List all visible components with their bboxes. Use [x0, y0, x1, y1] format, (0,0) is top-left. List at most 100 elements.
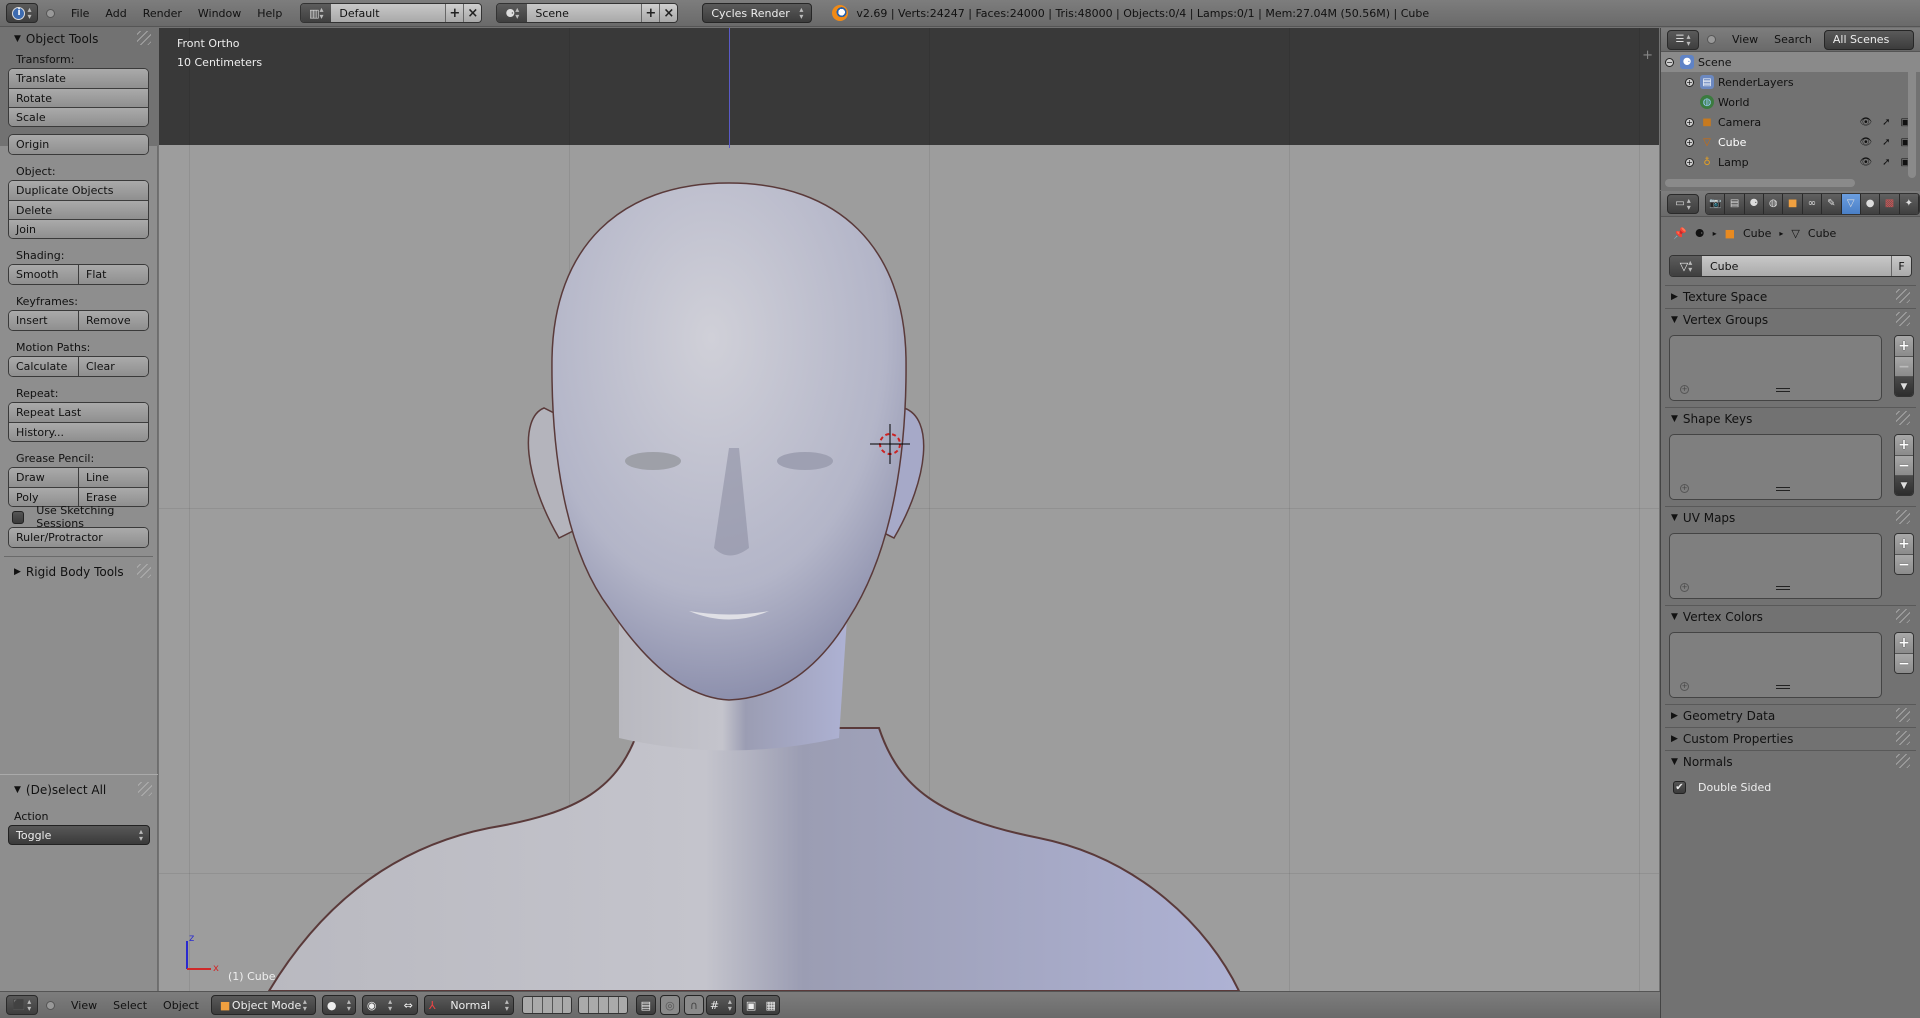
visibility-eye-icon[interactable]: 👁 — [1859, 137, 1872, 148]
screen-layout-name[interactable]: Default — [331, 4, 446, 22]
drag-grip-icon[interactable] — [137, 31, 151, 45]
outliner-item-camera[interactable]: + ■ Camera 👁 ➚ ▣ — [1661, 112, 1920, 132]
outliner-item-scene[interactable]: − ⚈ Scene — [1661, 52, 1920, 72]
render-animation-icon[interactable]: ▦ — [765, 999, 775, 1012]
resize-handle-icon[interactable] — [1775, 685, 1790, 689]
add-scene-button[interactable]: + — [641, 4, 660, 22]
normals-panel-header[interactable]: ▼ Normals — [1665, 751, 1916, 773]
outliner-vertical-scrollbar[interactable] — [1908, 62, 1916, 178]
collapse-menus-icon[interactable] — [46, 1000, 55, 1010]
resize-handle-icon[interactable] — [1775, 586, 1790, 590]
insert-keyframe-button[interactable]: Insert — [9, 311, 78, 330]
editor-type-button[interactable]: i ▴ ▾ — [6, 3, 38, 23]
texture-tab-icon[interactable]: ▩ — [1880, 193, 1900, 214]
outliner-item-lamp[interactable]: + ♁ Lamp 👁 ➚ ▣ — [1661, 152, 1920, 172]
filter-plus-icon[interactable]: + — [1680, 682, 1689, 691]
double-sided-checkbox[interactable]: ✔ Double Sided — [1665, 773, 1916, 801]
drag-grip-icon[interactable] — [1896, 609, 1910, 623]
proportional-edit-button[interactable]: ◎ — [659, 995, 680, 1015]
repeat-last-button[interactable]: Repeat Last — [9, 403, 148, 422]
filter-plus-icon[interactable]: + — [1680, 583, 1689, 592]
texture-space-panel-header[interactable]: ▶ Texture Space — [1665, 286, 1916, 308]
deselect-all-panel-header[interactable]: ▼ (De)select All — [0, 779, 158, 801]
menu-view[interactable]: View — [1724, 33, 1766, 46]
render-buttons[interactable]: ▣ ▦ — [741, 995, 780, 1015]
mesh-name-input[interactable]: Cube — [1702, 256, 1891, 276]
selectable-arrow-icon[interactable]: ➚ — [1882, 117, 1890, 128]
shape-keys-list[interactable]: + — [1669, 434, 1882, 500]
menu-object[interactable]: Object — [155, 999, 207, 1012]
modifiers-tab-wrench-icon[interactable]: ✎ — [1822, 193, 1842, 214]
scale-button[interactable]: Scale — [9, 108, 148, 126]
vertex-colors-list[interactable]: + — [1669, 632, 1882, 698]
render-still-icon[interactable]: ▣ — [746, 999, 756, 1012]
material-tab-icon[interactable]: ● — [1860, 193, 1881, 214]
editor-type-button[interactable]: ⬛ ▴ ▾ — [6, 995, 38, 1015]
shape-keys-panel-header[interactable]: ▼ Shape Keys — [1665, 408, 1916, 430]
add-vertex-color-button[interactable]: + — [1895, 633, 1913, 653]
collapse-icon[interactable]: − — [1665, 57, 1674, 67]
add-layout-button[interactable]: + — [445, 4, 464, 22]
filter-plus-icon[interactable]: + — [1680, 484, 1689, 493]
remove-keyframe-button[interactable]: Remove — [78, 311, 148, 330]
expand-icon[interactable]: + — [1685, 117, 1694, 127]
object-tab-icon[interactable]: ■ — [1783, 193, 1803, 214]
transform-orientation-select[interactable]: ⅄ Normal ▴ ▾ — [423, 995, 514, 1015]
origin-button[interactable]: Origin — [9, 135, 148, 154]
render-engine-select[interactable]: Cycles Render ▴ ▾ — [702, 3, 813, 23]
menu-view[interactable]: View — [63, 999, 105, 1012]
menu-select[interactable]: Select — [105, 999, 155, 1012]
menu-window[interactable]: Window — [190, 7, 249, 20]
selectable-arrow-icon[interactable]: ➚ — [1882, 137, 1890, 148]
visibility-eye-icon[interactable]: 👁 — [1859, 117, 1872, 128]
expand-icon[interactable]: + — [1685, 137, 1694, 147]
data-tab-mesh-icon[interactable]: ▽ — [1841, 193, 1861, 214]
remove-uv-map-button[interactable]: − — [1895, 554, 1913, 574]
snap-toggle-button[interactable]: ∩ — [683, 995, 704, 1015]
outliner-item-world[interactable]: ◍ World — [1661, 92, 1920, 112]
draw-button[interactable]: Draw — [9, 468, 78, 487]
drag-grip-icon[interactable] — [1896, 411, 1910, 425]
resize-handle-icon[interactable] — [1775, 487, 1790, 491]
expand-icon[interactable]: + — [1685, 77, 1694, 87]
editor-type-button[interactable]: ☰ ▴ ▾ — [1667, 29, 1699, 50]
snap-element-select[interactable]: # ▴ ▾ — [705, 995, 736, 1015]
collapse-menus-icon[interactable] — [46, 8, 55, 18]
selectable-arrow-icon[interactable]: ➚ — [1882, 157, 1890, 168]
drag-grip-icon[interactable] — [1896, 510, 1910, 524]
drag-grip-icon[interactable] — [1896, 312, 1910, 326]
remove-vertex-color-button[interactable]: − — [1895, 653, 1913, 673]
mesh-browse-icon[interactable]: ▽ ▴ ▾ — [1670, 256, 1702, 276]
flat-button[interactable]: Flat — [78, 265, 148, 284]
screen-layout-field[interactable]: ▥ ▴ ▾ Default + × — [300, 3, 483, 23]
object-tools-panel-header[interactable]: ▼ Object Tools — [0, 28, 157, 50]
smooth-button[interactable]: Smooth — [9, 265, 78, 284]
pin-icon[interactable]: 📌 — [1673, 227, 1687, 240]
render-tab-camera-icon[interactable]: 📷 — [1706, 193, 1726, 214]
rotate-button[interactable]: Rotate — [9, 89, 148, 107]
mode-select[interactable]: ■ Object Mode ▴ ▾ — [210, 995, 316, 1015]
history-button[interactable]: History... — [9, 423, 148, 441]
remove-layout-button[interactable]: × — [463, 4, 482, 22]
remove-shape-key-button[interactable]: − — [1895, 455, 1913, 475]
outliner-item-cube[interactable]: + ▽ Cube 👁 ➚ ▣ — [1661, 132, 1920, 152]
menu-file[interactable]: File — [63, 7, 97, 20]
filter-plus-icon[interactable]: + — [1680, 385, 1689, 394]
vertex-groups-panel-header[interactable]: ▼ Vertex Groups — [1665, 309, 1916, 331]
vertex-group-specials-button[interactable]: ▼ — [1895, 376, 1913, 396]
translate-button[interactable]: Translate — [9, 69, 148, 88]
menu-help[interactable]: Help — [249, 7, 290, 20]
editor-type-button[interactable]: ▭ ▴ ▾ — [1667, 193, 1699, 214]
lock-layers-button[interactable]: ▤ — [635, 995, 656, 1015]
uv-maps-list[interactable]: + — [1669, 533, 1882, 599]
collapse-menus-icon[interactable] — [1707, 35, 1716, 44]
uv-maps-panel-header[interactable]: ▼ UV Maps — [1665, 507, 1916, 529]
split-area-plus-icon[interactable]: + — [1642, 48, 1653, 63]
vertex-colors-panel-header[interactable]: ▼ Vertex Colors — [1665, 606, 1916, 628]
drag-grip-icon[interactable] — [1896, 708, 1910, 722]
ruler-protractor-button[interactable]: Ruler/Protractor — [9, 528, 148, 547]
action-select[interactable]: Toggle ▴ ▾ — [8, 825, 150, 845]
scene-field[interactable]: ⚈ ▴ ▾ Scene + × — [496, 3, 679, 23]
drag-grip-icon[interactable] — [138, 782, 152, 796]
mesh-datablock-field[interactable]: ▽ ▴ ▾ Cube F — [1669, 255, 1912, 277]
